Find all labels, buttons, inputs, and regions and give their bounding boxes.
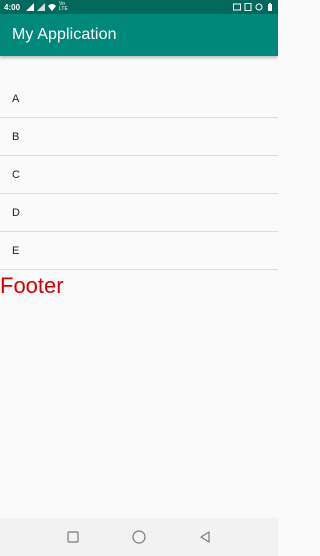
screenshot-icon	[244, 3, 252, 11]
app-title: My Application	[12, 26, 117, 43]
signal-secondary-icon	[37, 3, 46, 11]
list-item-label: C	[12, 168, 20, 181]
list-item-label: D	[12, 206, 20, 219]
back-triangle-icon	[200, 531, 210, 543]
status-right	[233, 3, 274, 11]
navigation-bar	[0, 518, 278, 556]
wifi-icon	[48, 4, 57, 11]
home-button[interactable]	[128, 526, 150, 548]
battery-icon	[268, 3, 272, 11]
list-item-label: A	[12, 92, 20, 105]
signal-icon	[26, 3, 35, 11]
app-bar: My Application	[0, 14, 278, 56]
status-bar: 4:00 Vo LTE	[0, 0, 278, 14]
circle-icon	[132, 530, 146, 544]
recents-button[interactable]	[62, 526, 84, 548]
footer-label: Footer	[0, 273, 64, 298]
list-item-label: B	[12, 130, 20, 143]
status-time: 4:00	[4, 2, 21, 12]
list-item[interactable]: B	[0, 118, 278, 156]
list-item[interactable]: A	[0, 80, 278, 118]
list-item[interactable]: C	[0, 156, 278, 194]
item-list: A B C D E	[0, 80, 278, 270]
alarm-icon	[255, 3, 263, 11]
list-item-label: E	[12, 244, 20, 257]
network-label: Vo LTE	[59, 1, 68, 12]
app-screen: 4:00 Vo LTE My Application A B C D E Foo…	[0, 0, 278, 556]
list-item[interactable]: E	[0, 232, 278, 270]
square-icon	[67, 531, 79, 543]
status-left: 4:00 Vo LTE	[4, 2, 69, 12]
back-button[interactable]	[194, 526, 216, 548]
cast-icon	[233, 3, 241, 11]
list-item[interactable]: D	[0, 194, 278, 232]
